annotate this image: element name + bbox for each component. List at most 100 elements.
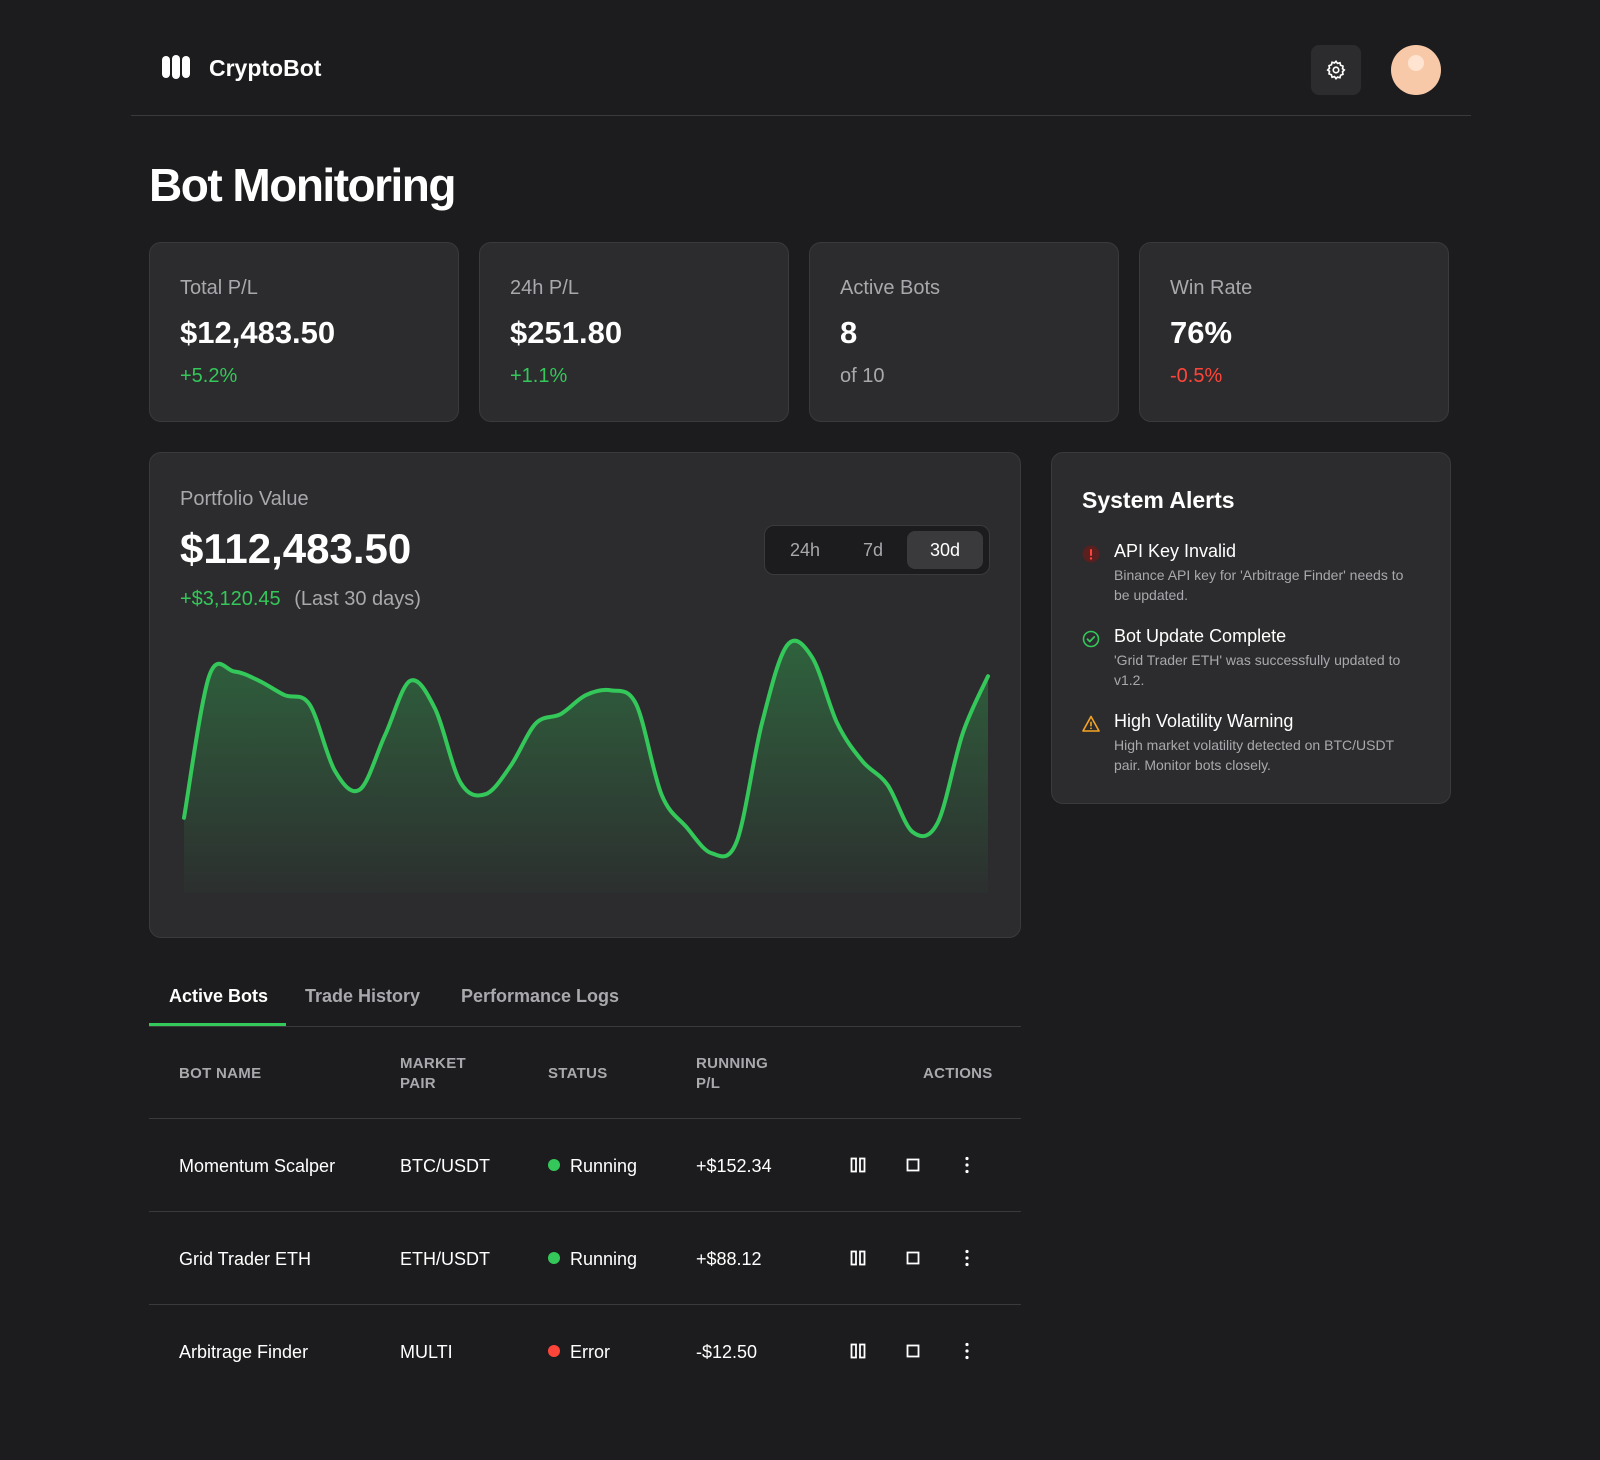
column-header-status[interactable]: STATUS [548,1064,608,1084]
running-pl: +$152.34 [696,1156,772,1176]
stat-value: 76% [1170,315,1233,350]
range-24h-button[interactable]: 24h [769,531,841,569]
stat-change: +1.1% [510,365,568,387]
stat-change: +5.2% [180,365,238,387]
portfolio-change: +$3,120.45 (Last 30 days) [180,588,421,611]
range-30d-button[interactable]: 30d [907,531,983,569]
chart-point [307,702,313,708]
column-header-line: RUNNING [696,1055,769,1072]
status-text: Running [570,1249,638,1269]
alert-item-warning[interactable]: High Volatility Warning High market vola… [1082,711,1422,781]
user-avatar[interactable] [1391,45,1441,95]
more-vertical-icon[interactable] [958,1156,976,1174]
status-dot [548,1159,560,1171]
bot-tabs: Active Bots Trade History Performance Lo… [149,970,1021,1027]
column-header-running-pl[interactable]: RUNNING P/L [696,1054,768,1094]
table-row[interactable]: Grid Trader ETH ETH/USDT Running +$88.12 [149,1213,1021,1305]
chart-point [407,678,413,684]
chart-point [231,669,237,675]
alert-item-success[interactable]: Bot Update Complete 'Grid Trader ETH' wa… [1082,626,1422,696]
market-pair: ETH/USDT [400,1249,490,1269]
stat-value: $12,483.50 [180,315,336,350]
chart-point [684,824,690,830]
chart-point [181,815,187,821]
chart-point [709,850,715,856]
pause-icon[interactable] [849,1156,867,1174]
chart-point [357,787,363,793]
gear-icon [1326,59,1346,81]
chart-point [910,829,916,835]
chart-point [759,720,765,726]
pause-icon[interactable] [849,1249,867,1267]
alert-item-error[interactable]: API Key Invalid Binance API key for 'Arb… [1082,541,1422,611]
table-header: BOT NAME MARKET PAIR STATUS RUNNING P/L … [149,1027,1021,1119]
chart-point [483,791,489,797]
stat-card-active-bots: Active Bots 8 of 10 [809,242,1119,422]
chart-point [432,706,438,712]
stop-icon[interactable] [904,1156,922,1174]
market-pair: MULTI [400,1342,453,1362]
portfolio-change-period: (Last 30 days) [294,588,421,610]
running-pl: +$88.12 [696,1249,762,1269]
bot-logo-icon[interactable] [161,54,191,80]
tab-performance-logs[interactable]: Performance Logs [461,986,619,1007]
app-name[interactable]: CryptoBot [209,55,321,82]
column-header-line: MARKET [400,1055,466,1072]
chart-point [608,687,614,693]
alert-description: 'Grid Trader ETH' was successfully updat… [1114,652,1401,688]
market-pair: BTC/USDT [400,1156,490,1176]
settings-button[interactable] [1311,45,1361,95]
chart-point [558,711,564,717]
stat-value: $251.80 [510,315,623,350]
status-badge: Running [548,1156,637,1177]
column-header-line: PAIR [400,1075,436,1092]
avatar-head-shape [1408,55,1424,71]
chart-point [332,768,338,774]
page-title: Bot Monitoring [149,159,457,211]
chart-point [633,702,639,708]
more-vertical-icon[interactable] [958,1249,976,1267]
alerts-title: System Alerts [1082,487,1235,513]
column-header-bot-name[interactable]: BOT NAME [179,1064,261,1084]
chart-point [960,730,966,736]
alert-description: Binance API key for 'Arbitrage Finder' n… [1114,567,1404,603]
column-header-market-pair[interactable]: MARKET PAIR [400,1054,466,1094]
tab-trade-history[interactable]: Trade History [305,986,420,1007]
status-dot [548,1345,560,1357]
tab-active-bots[interactable]: Active Bots [169,986,268,1007]
stat-card-24h-pl: 24h P/L $251.80 +1.1% [479,242,789,422]
range-7d-button[interactable]: 7d [841,531,905,569]
status-dot [548,1252,560,1264]
alert-title: High Volatility Warning [1114,711,1294,731]
stat-card-total-pl: Total P/L $12,483.50 +5.2% [149,242,459,422]
stop-icon[interactable] [904,1342,922,1360]
stop-icon[interactable] [904,1249,922,1267]
more-vertical-icon[interactable] [958,1342,976,1360]
stat-label: Win Rate [1170,277,1253,299]
chart-point [282,692,288,698]
active-tab-indicator [149,1023,286,1026]
status-badge: Running [548,1249,637,1270]
page: CryptoBot Bot Monitoring Total P/L $12,4… [0,0,1600,1460]
status-text: Running [570,1156,638,1176]
bot-name: Grid Trader ETH [179,1249,312,1269]
alert-title: API Key Invalid [1114,541,1237,561]
alert-description: High market volatility detected on BTC/U… [1114,737,1394,773]
chart-point [508,763,514,769]
portfolio-change-amount: +$3,120.45 [180,588,281,610]
chart-point [985,673,991,679]
status-text: Error [570,1342,610,1362]
column-header-actions: ACTIONS [923,1065,993,1082]
table-row[interactable]: Momentum Scalper BTC/USDT Running +$152.… [149,1120,1021,1212]
stat-value: 8 [840,315,858,350]
error-icon [1082,545,1100,563]
range-toggle: 24h 7d 30d [764,525,990,575]
chart-point [834,720,840,726]
warning-icon [1082,715,1100,732]
pause-icon[interactable] [849,1342,867,1360]
chart-point [809,654,815,660]
running-pl: -$12.50 [696,1342,758,1362]
table-row[interactable]: Arbitrage Finder MULTI Error -$12.50 [149,1306,1021,1398]
top-header: CryptoBot [131,30,1471,116]
chart-point [533,720,539,726]
